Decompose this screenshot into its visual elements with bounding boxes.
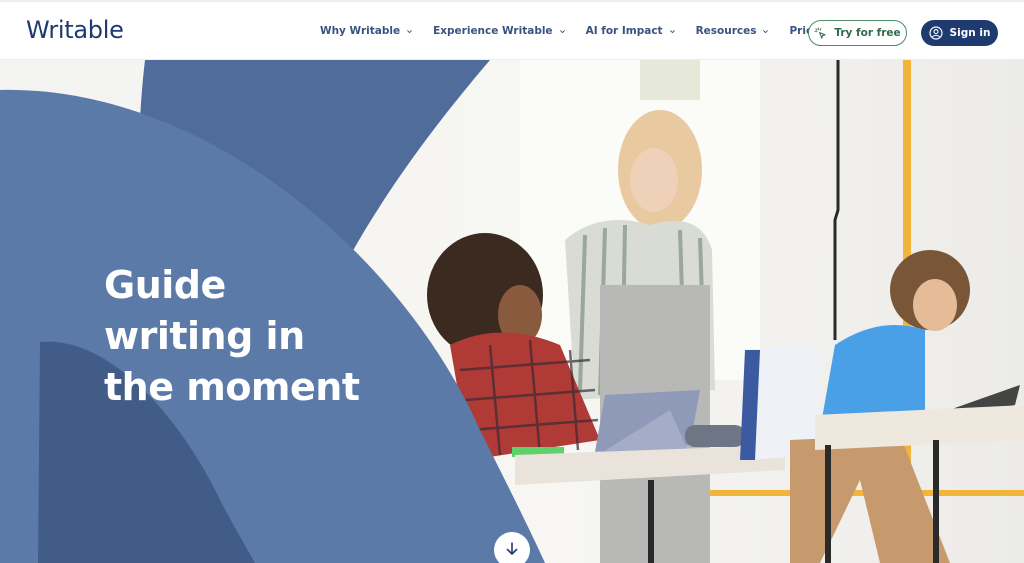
nav-label: Why Writable — [320, 25, 401, 37]
try-for-free-button[interactable]: Try for free — [808, 20, 907, 46]
headline-line-1: Guide — [104, 263, 226, 307]
sign-in-label: Sign in — [949, 27, 991, 39]
sign-in-button[interactable]: Sign in — [921, 20, 998, 46]
nav-why-writable[interactable]: Why Writable — [320, 25, 413, 37]
chevron-down-icon — [763, 29, 769, 33]
chevron-down-icon — [559, 29, 565, 33]
cursor-click-icon — [814, 26, 826, 39]
scroll-down-button[interactable] — [494, 532, 530, 563]
nav-label: AI for Impact — [585, 25, 663, 37]
nav-experience-writable[interactable]: Experience Writable — [433, 25, 565, 37]
headline-line-3: the moment — [104, 365, 360, 409]
user-circle-icon — [928, 26, 943, 40]
nav-resources[interactable]: Resources — [696, 25, 770, 37]
chevron-down-icon — [669, 29, 675, 33]
writable-logo[interactable]: Writable — [26, 16, 124, 44]
hero-section: Guide writing in the moment — [0, 60, 1024, 563]
arrow-down-icon — [506, 542, 518, 555]
chevron-down-icon — [407, 29, 412, 33]
main-nav: Why Writable Experience Writable AI for … — [320, 25, 864, 37]
hero-headline: Guide writing in the moment — [104, 260, 360, 413]
nav-ai-for-impact[interactable]: AI for Impact — [586, 25, 676, 37]
nav-label: Experience Writable — [433, 25, 553, 37]
try-for-free-label: Try for free — [834, 27, 901, 39]
nav-label: Resources — [695, 25, 757, 37]
headline-line-2: writing in — [104, 314, 305, 358]
site-header: Writable Why Writable Experience Writabl… — [0, 0, 1024, 60]
